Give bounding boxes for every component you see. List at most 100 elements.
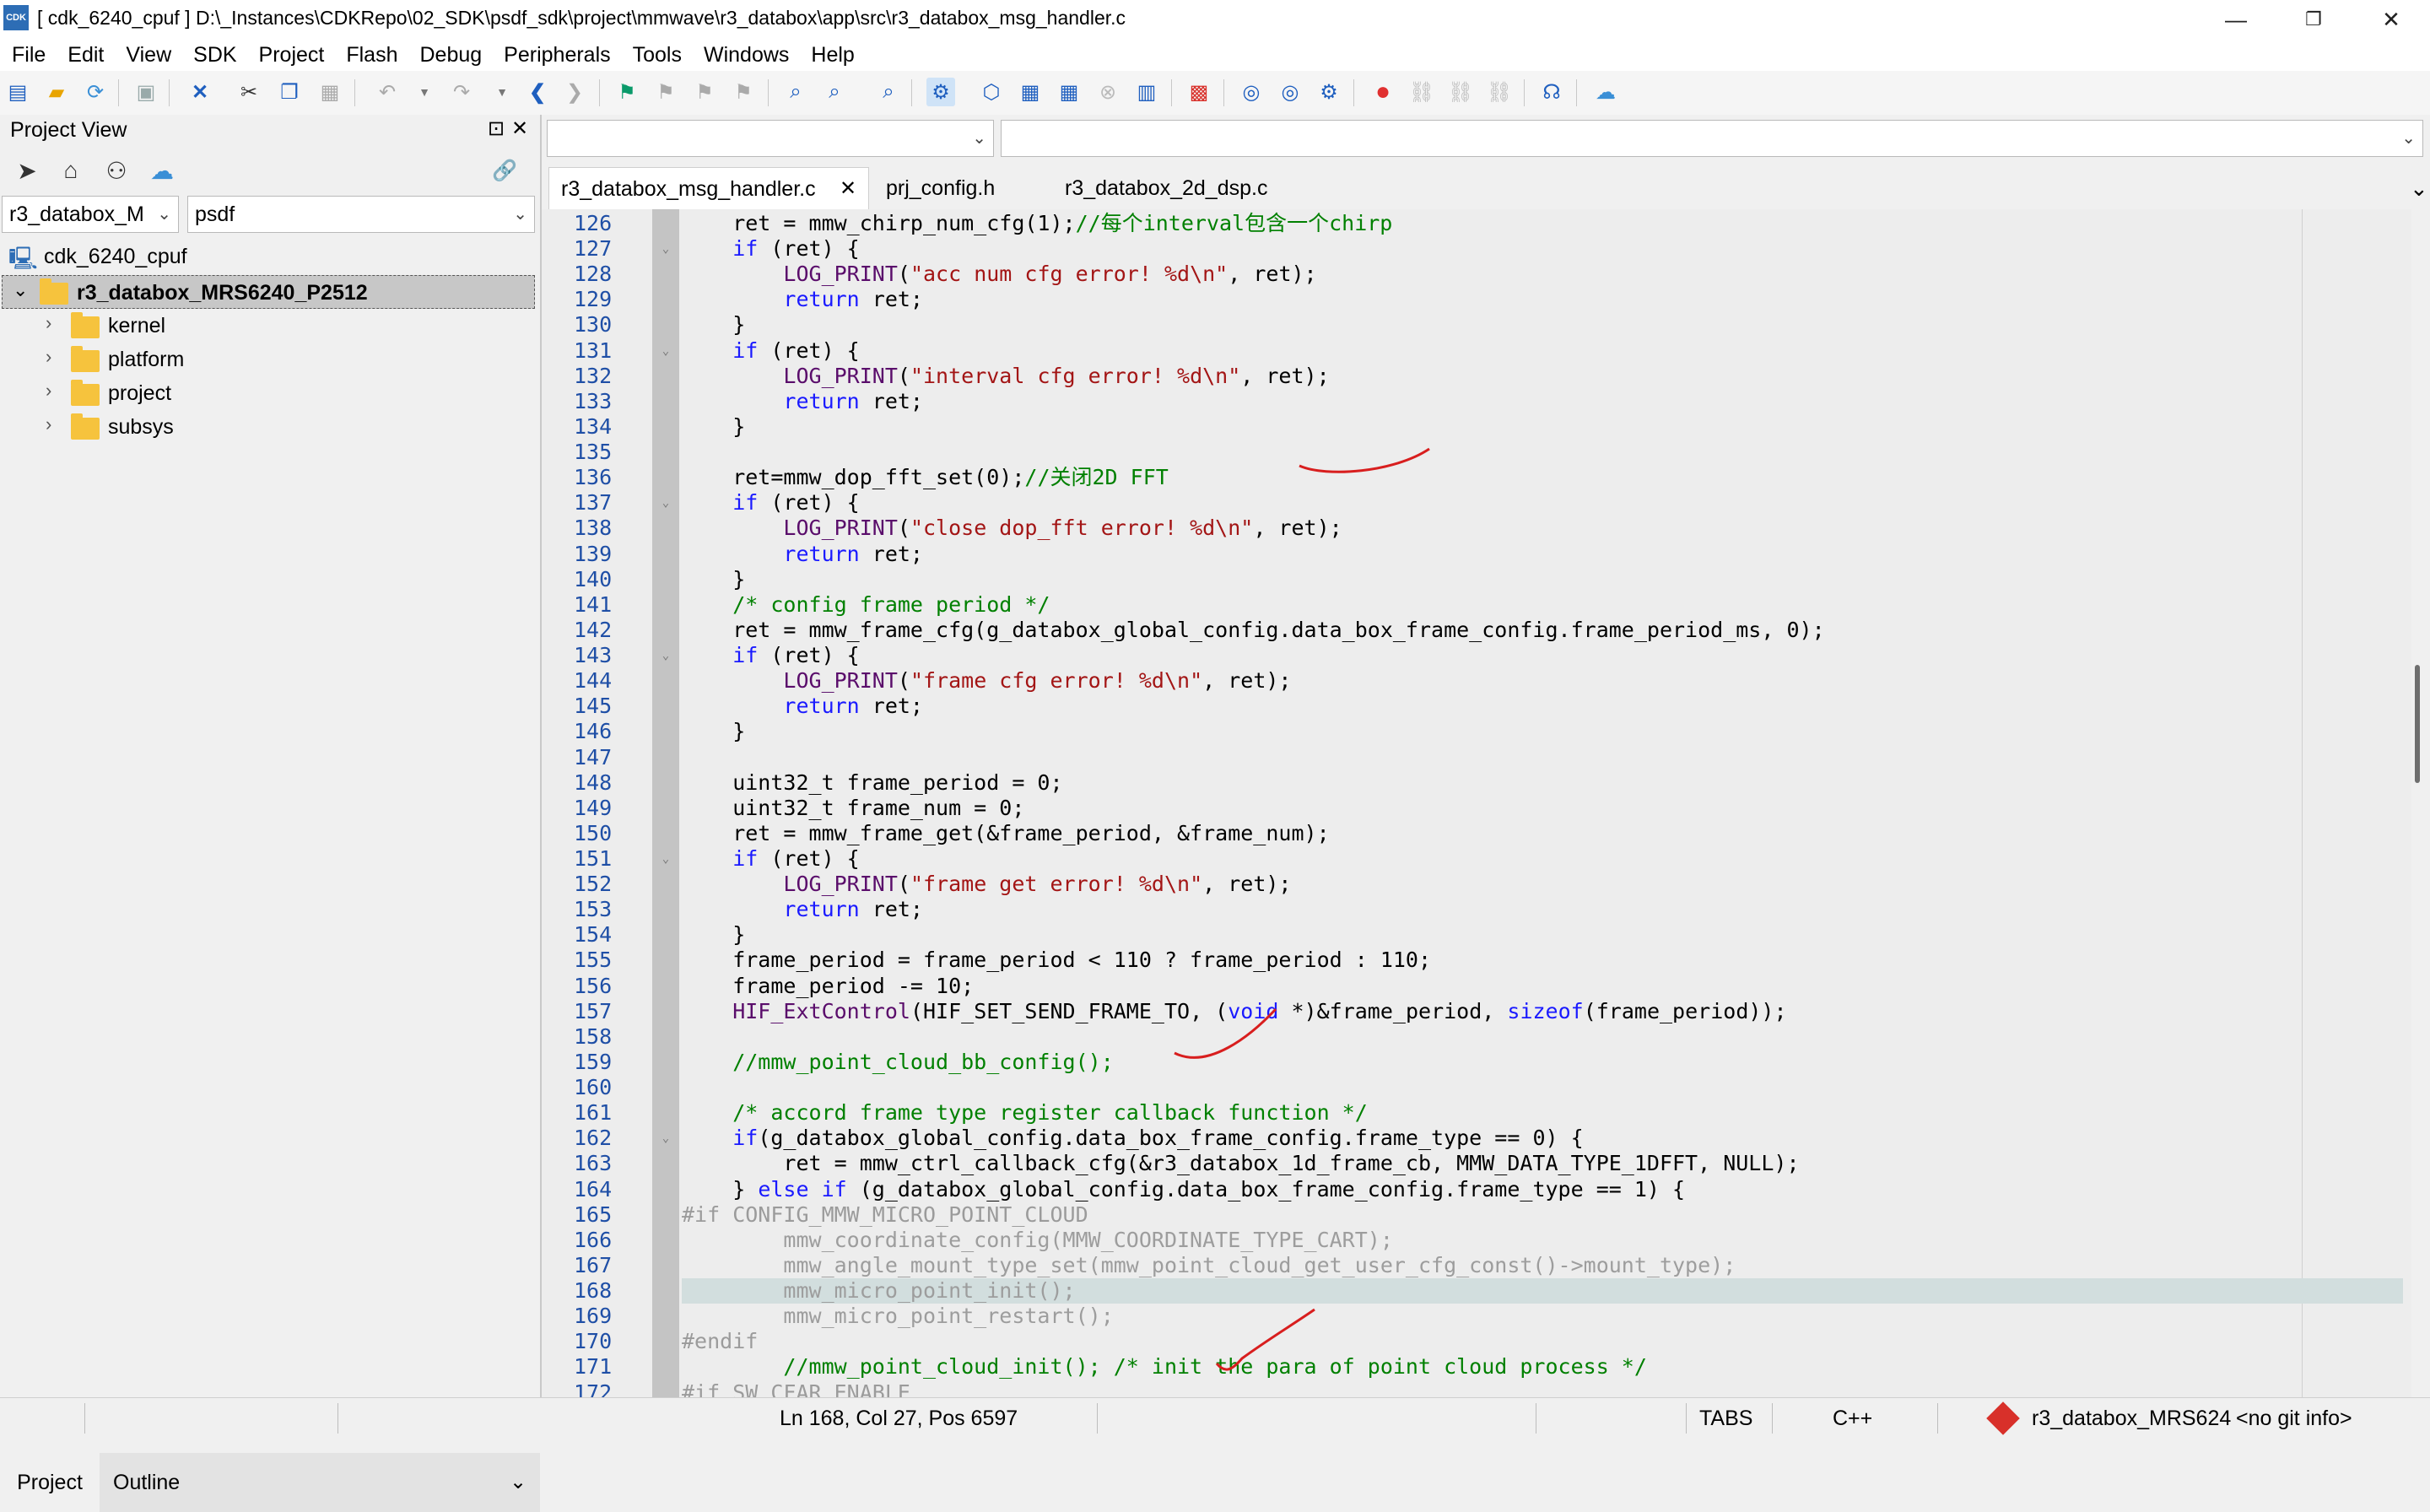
clean-icon[interactable]: ▥ [1132, 78, 1161, 106]
chevron-down-icon[interactable]: ⌄ [510, 1453, 526, 1512]
tab-label: r3_databox_2d_dsp.c [1065, 176, 1268, 200]
home-icon[interactable]: ⌂ [56, 155, 86, 186]
menu-project[interactable]: Project [248, 43, 336, 68]
config-select[interactable]: psdf ⌄ [187, 196, 535, 233]
chevron-right-icon[interactable]: › [46, 346, 51, 368]
tab-label: r3_databox_msg_handler.c [561, 177, 816, 201]
folder-icon [71, 346, 100, 372]
copy-icon[interactable]: ❐ [275, 78, 304, 106]
menu-flash[interactable]: Flash [335, 43, 408, 68]
tab-r3-databox-2d-dsp[interactable]: r3_databox_2d_dsp.c [1053, 167, 1279, 209]
close-x-icon[interactable]: ✕ [186, 78, 214, 106]
chevron-down-icon: ⌄ [513, 205, 527, 224]
menu-windows[interactable]: Windows [693, 43, 800, 68]
tree-item-subsys[interactable]: › subsys [0, 410, 537, 444]
open-folder-icon[interactable]: ▰ [42, 78, 71, 106]
refresh-icon[interactable]: ⟳ [81, 78, 110, 106]
menu-sdk[interactable]: SDK [182, 43, 247, 68]
tab-prj-config[interactable]: prj_config.h [874, 167, 1007, 209]
chevron-right-icon[interactable]: › [46, 380, 51, 402]
symbol-select[interactable]: ⌄ [1001, 120, 2423, 157]
flag-next-icon[interactable]: ⚑ [690, 78, 719, 106]
tree-item-project[interactable]: › project [0, 376, 537, 410]
symbol-scope-select[interactable]: ⌄ [547, 120, 994, 157]
chevron-right-icon[interactable]: › [46, 312, 51, 334]
flag-icon[interactable]: ⚑ [613, 78, 641, 106]
link-icon[interactable]: ⛓ [1407, 78, 1436, 106]
hierarchy-icon[interactable]: ⚇ [101, 155, 132, 186]
chevron-down-icon[interactable]: ⌄ [13, 279, 28, 301]
restore-button[interactable]: ❐ [2275, 0, 2352, 39]
flash-chip-icon[interactable]: ▩ [1185, 78, 1213, 106]
menu-help[interactable]: Help [800, 43, 865, 68]
menu-debug[interactable]: Debug [409, 43, 494, 68]
rebuild-icon[interactable]: ▦ [1055, 78, 1083, 106]
flag-prev-icon[interactable]: ⚑ [651, 78, 680, 106]
close-pane-icon[interactable]: ✕ [511, 116, 528, 141]
cut-icon[interactable]: ✂ [235, 78, 263, 106]
annotation-stroke [1174, 1007, 1277, 1059]
back-arrow-icon[interactable]: ❮ [523, 78, 552, 106]
git-project: r3_databox_MRS624 [2032, 1407, 2232, 1430]
chain-icon[interactable]: ⛓ [1446, 78, 1475, 106]
navigate-icon[interactable]: ➤ [12, 155, 42, 186]
find-in-files-icon[interactable]: ⌕ [820, 78, 849, 106]
cloud-icon[interactable]: ☁ [147, 155, 177, 186]
redo-icon[interactable]: ↷ [447, 78, 476, 106]
pin-pane-icon[interactable]: ⊡ [488, 116, 505, 141]
close-window-button[interactable]: ✕ [2352, 0, 2430, 39]
paste-icon[interactable]: ▦ [316, 78, 344, 106]
tree-item-platform[interactable]: › platform [0, 343, 537, 376]
folder-icon [71, 312, 100, 338]
undo-icon[interactable]: ↶ [373, 78, 402, 106]
save-icon[interactable]: ▣ [132, 78, 160, 106]
app-logo-icon: CDK [3, 5, 29, 30]
new-file-icon[interactable]: ▤ [3, 78, 32, 106]
annotation-stroke [1299, 447, 1430, 473]
project-select[interactable]: r3_databox_M ⌄ [2, 196, 179, 233]
find-icon[interactable]: ⌕ [781, 78, 810, 106]
link-editor-icon[interactable]: 🔗 [489, 155, 520, 186]
redo-dropdown-icon[interactable]: ▼ [488, 78, 516, 106]
stop-build-icon[interactable]: ⊗ [1094, 78, 1122, 106]
editor-combos: ⌄ ⌄ [542, 115, 2430, 159]
tab-outline[interactable]: Outline [113, 1453, 180, 1512]
cloud-upload-icon[interactable]: ☁ [1591, 78, 1620, 106]
chevron-right-icon[interactable]: › [46, 413, 51, 435]
undo-dropdown-icon[interactable]: ▼ [410, 78, 439, 106]
editor-tab-bar: r3_databox_msg_handler.c ✕ prj_config.h … [542, 159, 2430, 210]
forward-arrow-icon[interactable]: ❯ [560, 78, 589, 106]
flag-clear-icon[interactable]: ⚑ [729, 78, 758, 106]
close-tab-icon[interactable]: ✕ [840, 168, 856, 210]
settings-gear-icon[interactable]: ⚙ [1315, 78, 1343, 106]
tree-project[interactable]: ⌄ r3_databox_MRS6240_P2512 [2, 275, 535, 309]
window-title: [ cdk_6240_cpuf ] D:\_Instances\CDKRepo\… [37, 7, 1126, 29]
tree-item-kernel[interactable]: › kernel [0, 309, 537, 343]
headset-icon[interactable]: ☊ [1537, 78, 1566, 106]
menu-file[interactable]: File [0, 43, 57, 68]
breakpoint-icon[interactable]: ● [1369, 78, 1397, 106]
tree-workspace[interactable]: 🖳 cdk_6240_cpuf [0, 240, 537, 273]
debug-step-icon[interactable]: ◎ [1276, 78, 1304, 106]
project-view-toolbar: ➤ ⌂ ⚇ ☁ 🔗 [0, 148, 540, 192]
tab-label: prj_config.h [886, 176, 996, 200]
search-replace-icon[interactable]: ⌕ [874, 78, 903, 106]
unlink-icon[interactable]: ⛓ [1485, 78, 1514, 106]
cube-icon[interactable]: ⬡ [977, 78, 1006, 106]
chevron-down-icon: ⌄ [157, 205, 171, 224]
menu-view[interactable]: View [115, 43, 182, 68]
tabs-overflow-icon[interactable]: ⌄ [2398, 167, 2430, 209]
language-mode[interactable]: C++ [1833, 1398, 1872, 1439]
code-editor[interactable]: 126 ret = mmw_chirp_num_cfg(1);//每个inter… [542, 209, 2430, 1397]
indent-mode[interactable]: TABS [1699, 1398, 1752, 1439]
build-icon[interactable]: ▦ [1016, 78, 1045, 106]
tab-r3-databox-msg-handler[interactable]: r3_databox_msg_handler.c ✕ [548, 167, 869, 209]
menu-peripherals[interactable]: Peripherals [493, 43, 621, 68]
build-config-icon[interactable]: ⚙ [926, 78, 955, 106]
minimize-button[interactable]: — [2197, 0, 2275, 39]
chevron-down-icon: ⌄ [972, 129, 986, 148]
tab-project[interactable]: Project [0, 1453, 100, 1512]
menu-tools[interactable]: Tools [622, 43, 693, 68]
menu-edit[interactable]: Edit [57, 43, 115, 68]
debug-icon[interactable]: ◎ [1237, 78, 1266, 106]
